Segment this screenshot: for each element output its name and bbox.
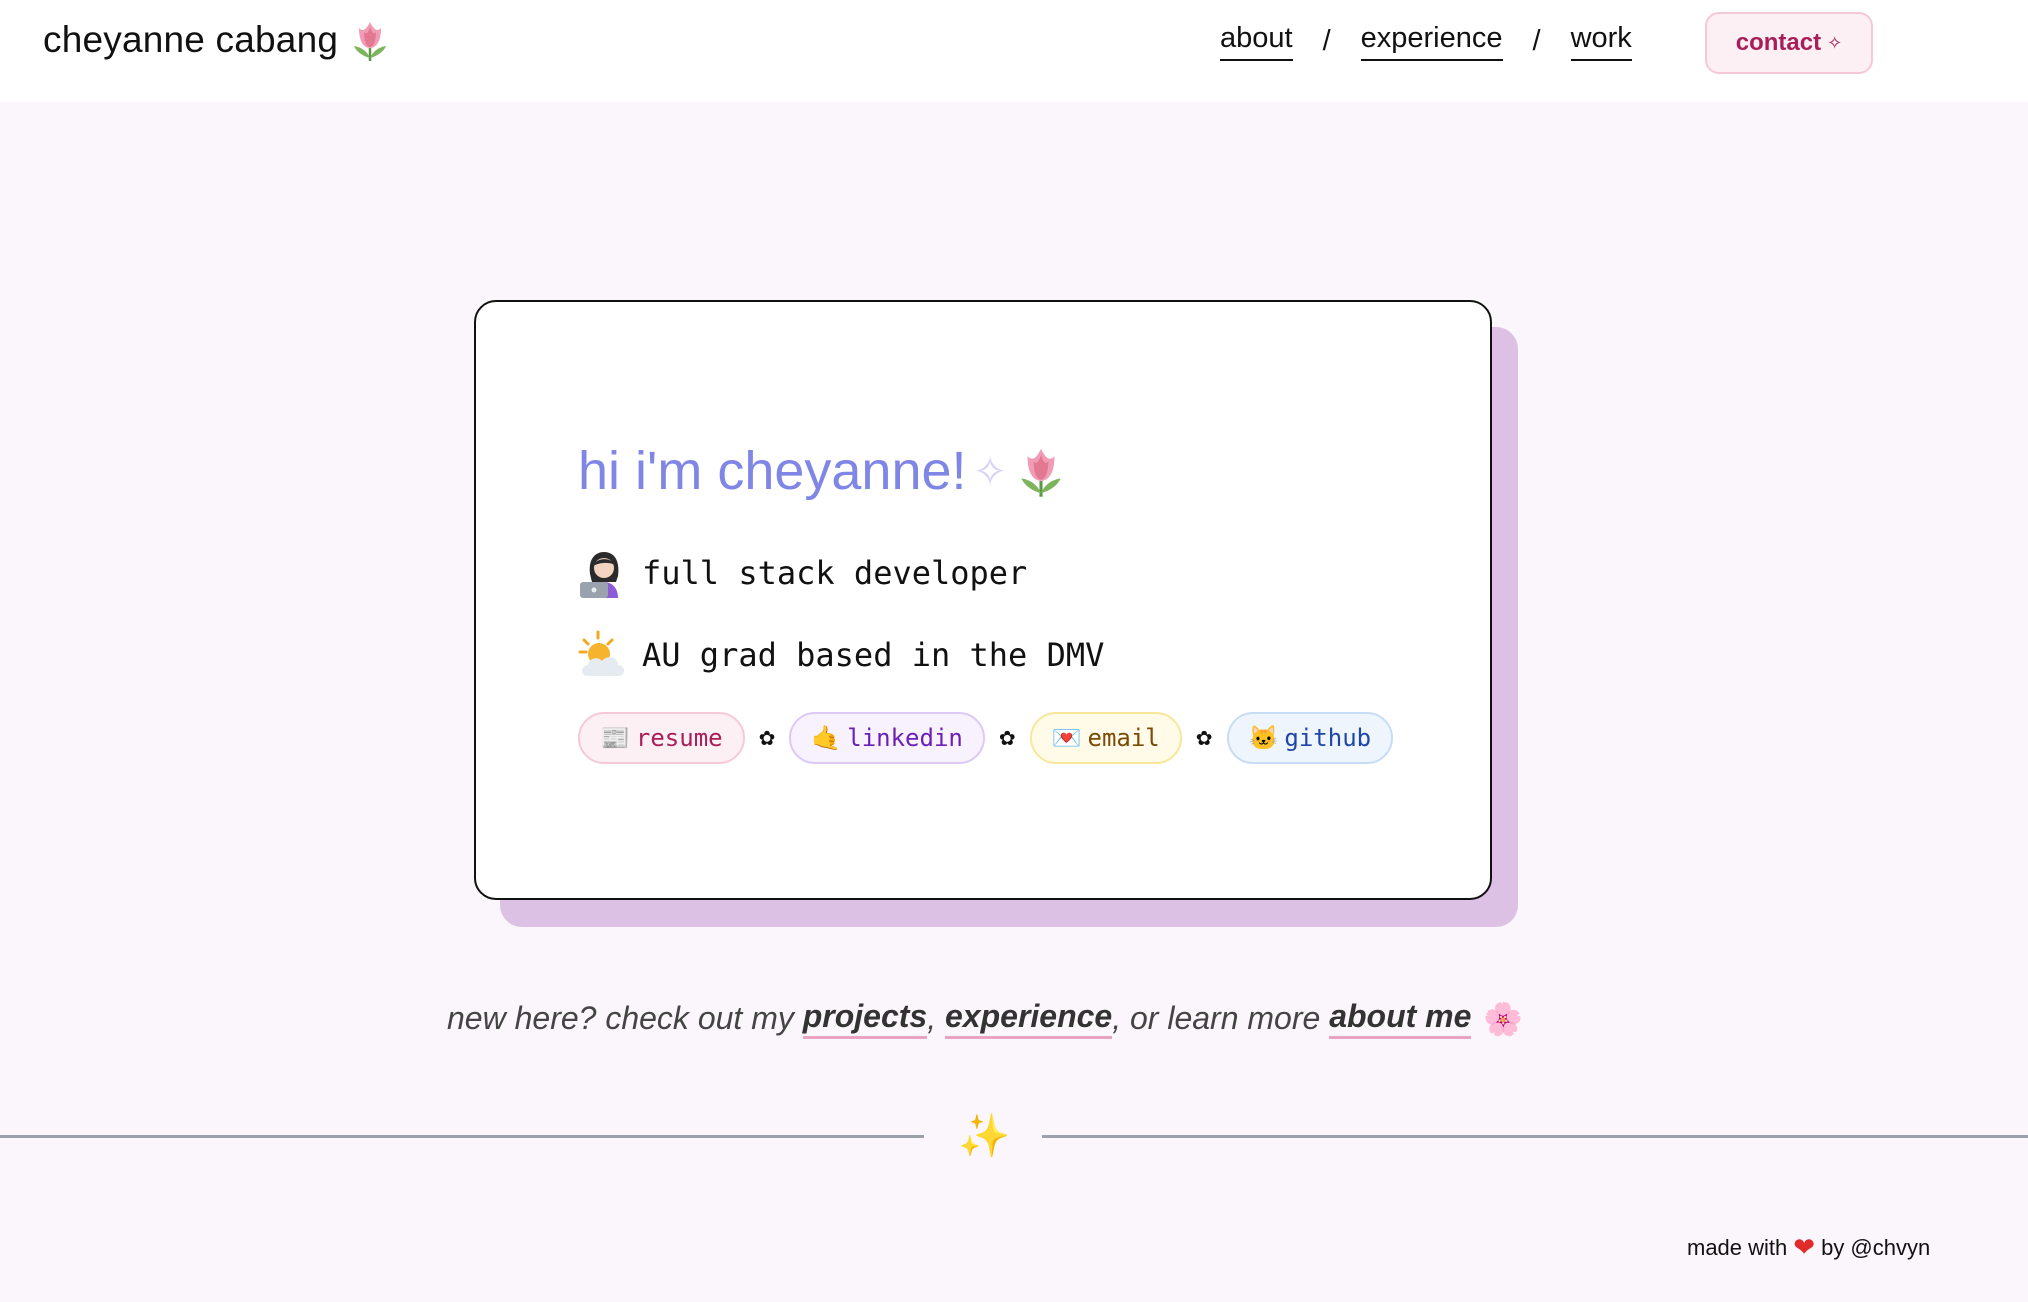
intro-cta: new here? check out my projects , experi… (447, 998, 1523, 1039)
intro-card: hi i'm cheyanne! ✧ full stack developer (474, 300, 1492, 900)
flower-separator: ✿ (1195, 727, 1213, 750)
experience-link[interactable]: experience (945, 998, 1113, 1039)
love-letter-icon: 💌 (1051, 724, 1082, 752)
cta-prefix: new here? check out my (447, 1000, 803, 1036)
newspaper-icon: 📰 (600, 724, 630, 752)
sparkle-icon: ✧ (1827, 32, 1843, 53)
email-link[interactable]: 💌 email (1029, 712, 1182, 764)
nav-work-link[interactable]: work (1570, 22, 1632, 61)
cta-middle: , or learn more (1112, 1000, 1330, 1036)
flower-separator: ✿ (998, 727, 1016, 750)
linkedin-label: linkedin (847, 724, 963, 752)
resume-label: resume (635, 724, 723, 752)
projects-link[interactable]: projects (802, 998, 928, 1039)
sparkle-icon: ✧ (972, 447, 1008, 495)
nav-separator: / (1322, 25, 1331, 57)
tulip-icon (354, 22, 387, 61)
cta-comma: , (927, 1000, 945, 1036)
resume-link[interactable]: 📰 resume (578, 712, 745, 764)
tulip-icon (1021, 448, 1061, 497)
sparkles-icon: ✨ (958, 1112, 1011, 1159)
github-link[interactable]: 🐱 github (1226, 712, 1394, 764)
about-me-link[interactable]: about me (1329, 998, 1472, 1039)
greeting-text: hi i'm cheyanne! (578, 441, 967, 501)
sun-behind-cloud-icon (578, 630, 624, 676)
logo-text: cheyanne cabang (43, 19, 339, 60)
role-line: full stack developer (578, 548, 1027, 598)
call-me-hand-icon: 🤙 (811, 724, 842, 752)
footer-credit-link[interactable]: by @chvyn (1821, 1235, 1930, 1261)
contact-label: contact (1735, 29, 1822, 56)
contact-button[interactable]: contact ✧ (1705, 12, 1873, 74)
greeting-heading: hi i'm cheyanne! ✧ (578, 440, 1066, 502)
email-label: email (1087, 724, 1160, 752)
github-label: github (1284, 724, 1372, 752)
role-text: full stack developer (642, 554, 1028, 592)
heart-icon: ❤ (1793, 1232, 1816, 1262)
location-line: AU grad based in the DMV (578, 630, 1104, 680)
linkedin-link[interactable]: 🤙 linkedin (789, 712, 985, 764)
site-logo[interactable]: cheyanne cabang (43, 18, 390, 62)
cherry-blossom-icon: 🌸 (1483, 1000, 1524, 1037)
flower-separator: ✿ (758, 727, 776, 750)
woman-technologist-icon (580, 552, 619, 598)
nav-separator: / (1532, 25, 1541, 57)
main-nav: about / experience / work (1220, 22, 1632, 61)
divider-line (1042, 1135, 2028, 1138)
footer-prefix: made with (1687, 1234, 1788, 1260)
site-footer: made with ❤ by @chvyn (1687, 1232, 1930, 1263)
social-links: 📰 resume ✿ 🤙 linkedin ✿ 💌 email ✿ 🐱 gith… (578, 712, 1394, 764)
cat-face-icon: 🐱 (1248, 724, 1279, 752)
site-header: cheyanne cabang about / experience / wor… (0, 0, 2028, 102)
location-text: AU grad based in the DMV (642, 636, 1105, 674)
divider-line (0, 1135, 924, 1138)
nav-experience-link[interactable]: experience (1360, 22, 1503, 61)
nav-about-link[interactable]: about (1220, 22, 1293, 61)
